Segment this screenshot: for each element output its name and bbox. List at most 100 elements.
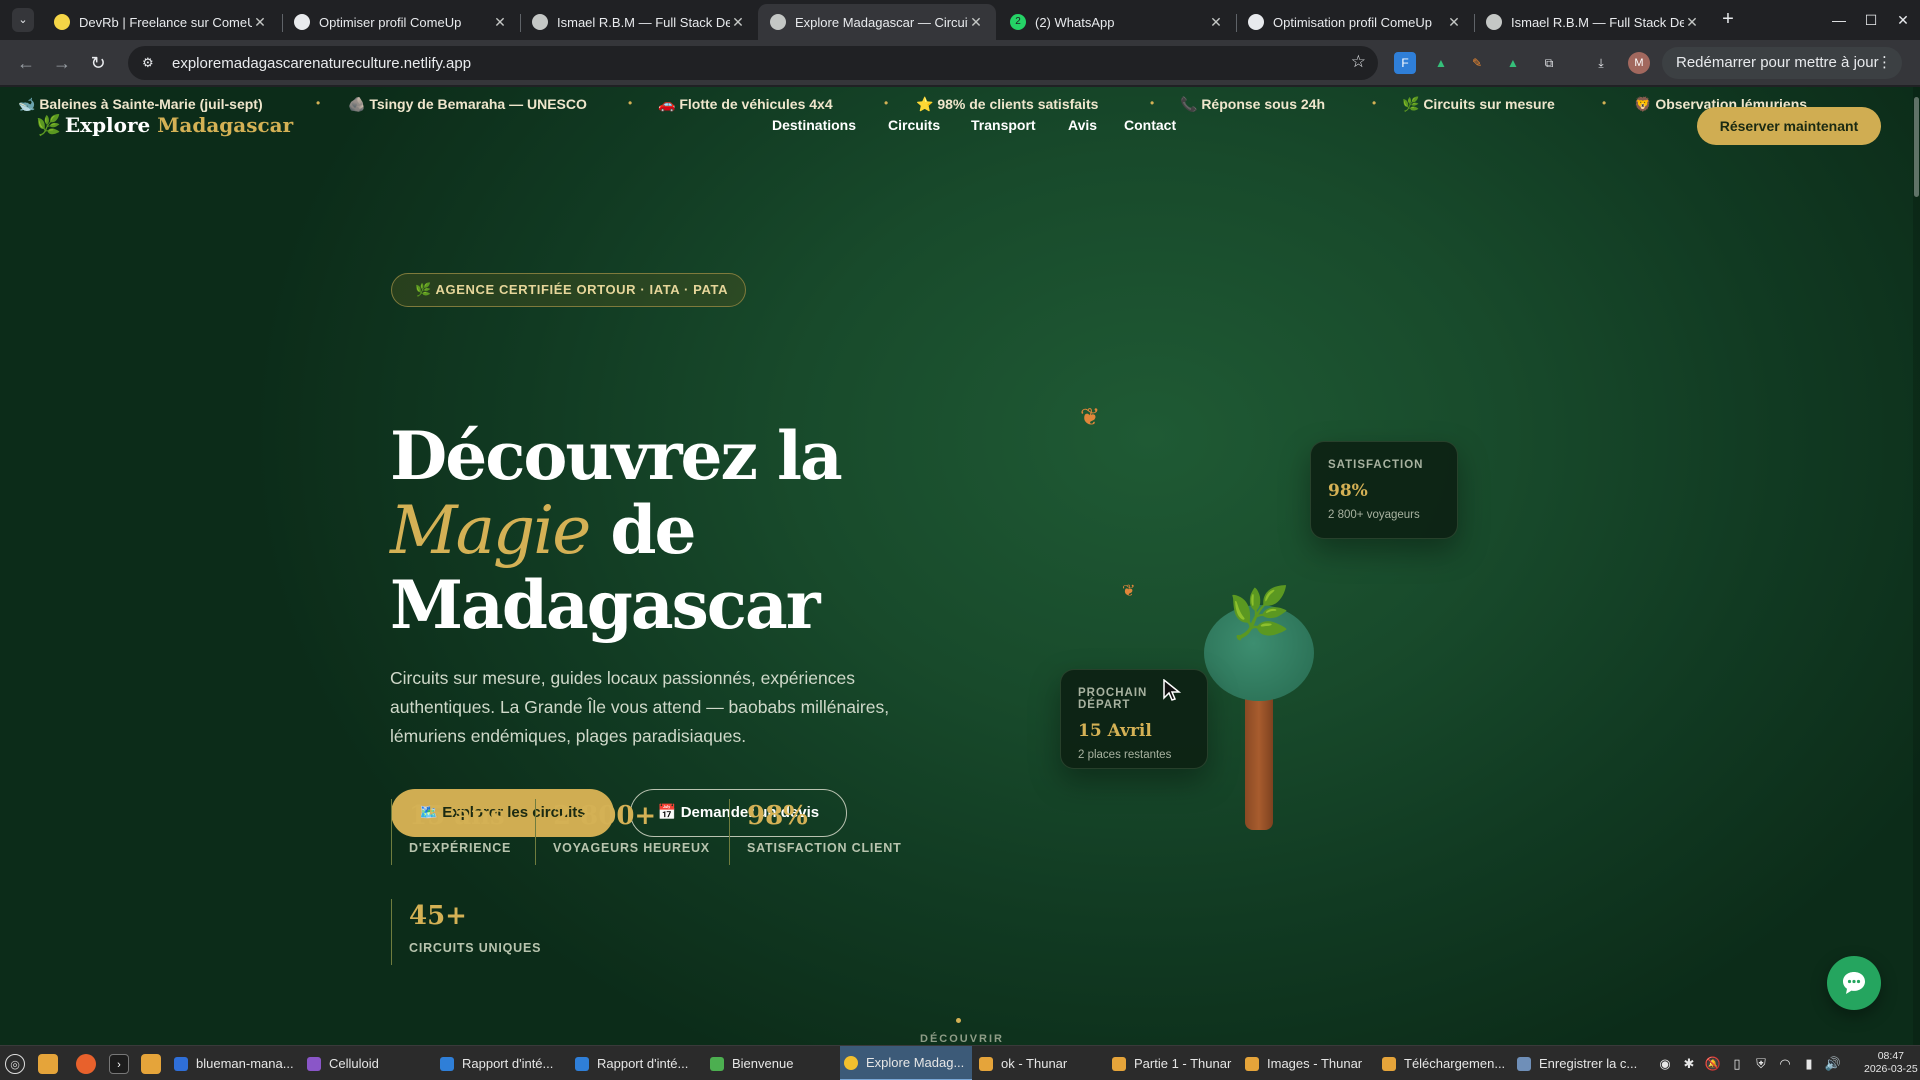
bluetooth-tray-icon[interactable]: ✱ — [1680, 1055, 1698, 1073]
bookmark-star-icon[interactable]: ☆ — [1351, 52, 1366, 72]
restart-update-button[interactable]: Redémarrer pour mettre à jour ⋮ — [1662, 47, 1902, 79]
terminal-icon[interactable]: › — [109, 1054, 129, 1074]
logo-word-madagascar: Madagascar — [157, 113, 294, 137]
stat-label: CIRCUITS UNIQUES — [409, 941, 542, 955]
taskbar-item-label: Bienvenue — [732, 1056, 794, 1071]
taskbar-item-blueman[interactable]: blueman-mana... — [170, 1046, 300, 1080]
folder-icon — [1112, 1056, 1126, 1071]
page-scrollbar[interactable] — [1913, 87, 1920, 1045]
browser-toolbar: ← → ↻ ⚙ exploremadagascarenatureculture.… — [0, 40, 1920, 86]
start-menu-icon[interactable]: ◎ — [5, 1054, 25, 1074]
tab-search-button[interactable]: ⌄ — [12, 8, 34, 32]
notifications-muted-icon[interactable]: 🔕 — [1704, 1055, 1722, 1073]
wifi-icon[interactable]: ◠ — [1776, 1055, 1794, 1073]
new-tab-button[interactable]: + — [1716, 8, 1740, 32]
taskbar-item-label: blueman-mana... — [196, 1056, 294, 1071]
taskbar-item-explore-madagascar[interactable]: Explore Madag... — [840, 1046, 972, 1080]
extensions-puzzle-icon[interactable]: ⧉ — [1538, 52, 1560, 74]
tab-explore-madagascar[interactable]: Explore Madagascar — Circuits ✕ — [758, 4, 996, 40]
scrollbar-thumb[interactable] — [1914, 97, 1919, 197]
nav-avis[interactable]: Avis — [1068, 117, 1097, 133]
tab-ismael-portfolio-2[interactable]: Ismael R.B.M — Full Stack Developer ✕ — [1474, 4, 1712, 40]
close-icon[interactable]: ✕ — [1208, 14, 1224, 31]
extension-ft-icon[interactable]: F — [1394, 52, 1416, 74]
files-icon[interactable] — [38, 1054, 58, 1074]
battery-icon[interactable]: ▮ — [1800, 1055, 1818, 1073]
downloads-icon[interactable]: ⤓ — [1590, 52, 1612, 74]
folder-icon[interactable] — [141, 1054, 161, 1074]
close-icon[interactable]: ✕ — [730, 14, 746, 31]
shield-icon[interactable]: ⛨ — [1752, 1055, 1770, 1073]
logo-word-explore: Explore — [64, 113, 151, 137]
tab-devrb[interactable]: DevRb | Freelance sur ComeUp ✕ — [42, 4, 280, 40]
site-logo[interactable]: 🌿 Explore Madagascar — [36, 113, 293, 137]
stat-value: 2 800+ — [553, 801, 657, 831]
window-close-icon[interactable]: ✕ — [1888, 8, 1918, 32]
reload-icon[interactable]: ↻ — [86, 51, 110, 75]
taskbar-item-thunar-downloads[interactable]: Téléchargemen... — [1378, 1046, 1513, 1080]
extension-mountain-icon-2[interactable]: ▲ — [1502, 52, 1524, 74]
taskbar-item-label: ok - Thunar — [1001, 1056, 1068, 1071]
taskbar-item-save-dialog[interactable]: Enregistrer la c... — [1513, 1046, 1648, 1080]
restart-label: Redémarrer pour mettre à jour — [1676, 54, 1879, 71]
taskbar-item-rapport-2[interactable]: Rapport d'inté... — [571, 1046, 706, 1080]
taskbar-item-rapport-1[interactable]: Rapport d'inté... — [436, 1046, 571, 1080]
site-settings-icon[interactable]: ⚙ — [142, 55, 158, 71]
tab-whatsapp[interactable]: 2 (2) WhatsApp ✕ — [998, 4, 1236, 40]
extension-mountain-icon[interactable]: ▲ — [1430, 52, 1452, 74]
close-icon[interactable]: ✕ — [492, 14, 508, 31]
folder-icon — [1382, 1056, 1396, 1071]
nav-circuits[interactable]: Circuits — [888, 117, 940, 133]
os-taskbar: ◎ › blueman-mana... Celluloid Rapport d'… — [0, 1045, 1920, 1080]
scroll-discover-label[interactable]: DÉCOUVRIR — [920, 1033, 1004, 1045]
stat-value: 45+ — [409, 901, 467, 931]
scroll-indicator-dot — [956, 1018, 961, 1023]
tab-ismael-portfolio[interactable]: Ismael R.B.M — Full Stack Developer ✕ — [520, 4, 758, 40]
taskbar-item-celluloid[interactable]: Celluloid — [303, 1046, 433, 1080]
firefox-icon[interactable] — [76, 1054, 96, 1074]
chrome-tray-icon[interactable]: ◉ — [1656, 1055, 1674, 1073]
forward-arrow-icon[interactable]: → — [50, 51, 74, 75]
chat-button[interactable] — [1827, 956, 1881, 1010]
ticker-separator: • — [628, 96, 633, 110]
nav-contact[interactable]: Contact — [1124, 117, 1176, 133]
maximize-icon[interactable]: ☐ — [1856, 8, 1886, 32]
reserve-now-button[interactable]: Réserver maintenant — [1697, 107, 1881, 145]
taskbar-item-label: Images - Thunar — [1267, 1056, 1363, 1071]
profile-avatar[interactable]: M — [1628, 52, 1650, 74]
volume-icon[interactable]: 🔊 — [1824, 1055, 1842, 1073]
comeup-favicon-icon — [54, 14, 70, 30]
hero-title: Découvrez la Magie de Madagascar — [390, 419, 843, 642]
stat-travellers: 2 800+ VOYAGEURS HEUREUX — [535, 799, 710, 865]
system-clock[interactable]: 08:47 2026-03-25 — [1864, 1050, 1918, 1076]
close-icon[interactable]: ✕ — [968, 14, 984, 31]
taskbar-item-bienvenue[interactable]: Bienvenue — [706, 1046, 836, 1080]
minimize-icon[interactable]: — — [1824, 8, 1854, 32]
taskbar-item-thunar-partie1[interactable]: Partie 1 - Thunar — [1108, 1046, 1238, 1080]
hero-title-magie: Magie — [390, 492, 591, 569]
clipboard-icon[interactable]: ▯ — [1728, 1055, 1746, 1073]
url-text[interactable]: exploremadagascarenatureculture.netlify.… — [172, 55, 471, 72]
bluetooth-icon — [174, 1056, 188, 1071]
tab-optimiser-profil[interactable]: Optimiser profil ComeUp ✕ — [282, 4, 520, 40]
address-bar[interactable]: ⚙ exploremadagascarenatureculture.netlif… — [128, 46, 1378, 80]
taskbar-item-label: Rapport d'inté... — [597, 1056, 689, 1071]
extension-pen-icon[interactable]: ✎ — [1466, 52, 1488, 74]
baobab-trunk — [1245, 687, 1273, 830]
certification-badge: 🌿 AGENCE CERTIFIÉE ORTOUR · IATA · PATA — [391, 273, 747, 307]
taskbar-item-thunar-images[interactable]: Images - Thunar — [1241, 1046, 1377, 1080]
chrome-icon — [844, 1055, 858, 1070]
leaf-icon: 🌿 — [36, 113, 61, 137]
taskbar-item-label: Téléchargemen... — [1404, 1056, 1506, 1071]
kebab-menu-icon[interactable]: ⋮ — [1877, 47, 1892, 79]
taskbar-item-label: Explore Madag... — [866, 1055, 965, 1070]
tab-optimisation-profil[interactable]: Optimisation profil ComeUp ✕ — [1236, 4, 1474, 40]
nav-transport[interactable]: Transport — [971, 117, 1036, 133]
nav-destinations[interactable]: Destinations — [772, 117, 856, 133]
close-icon[interactable]: ✕ — [1684, 14, 1700, 31]
taskbar-item-label: Enregistrer la c... — [1539, 1056, 1638, 1071]
back-arrow-icon[interactable]: ← — [14, 51, 38, 75]
close-icon[interactable]: ✕ — [252, 14, 268, 31]
close-icon[interactable]: ✕ — [1446, 14, 1462, 31]
taskbar-item-thunar-ok[interactable]: ok - Thunar — [975, 1046, 1105, 1080]
